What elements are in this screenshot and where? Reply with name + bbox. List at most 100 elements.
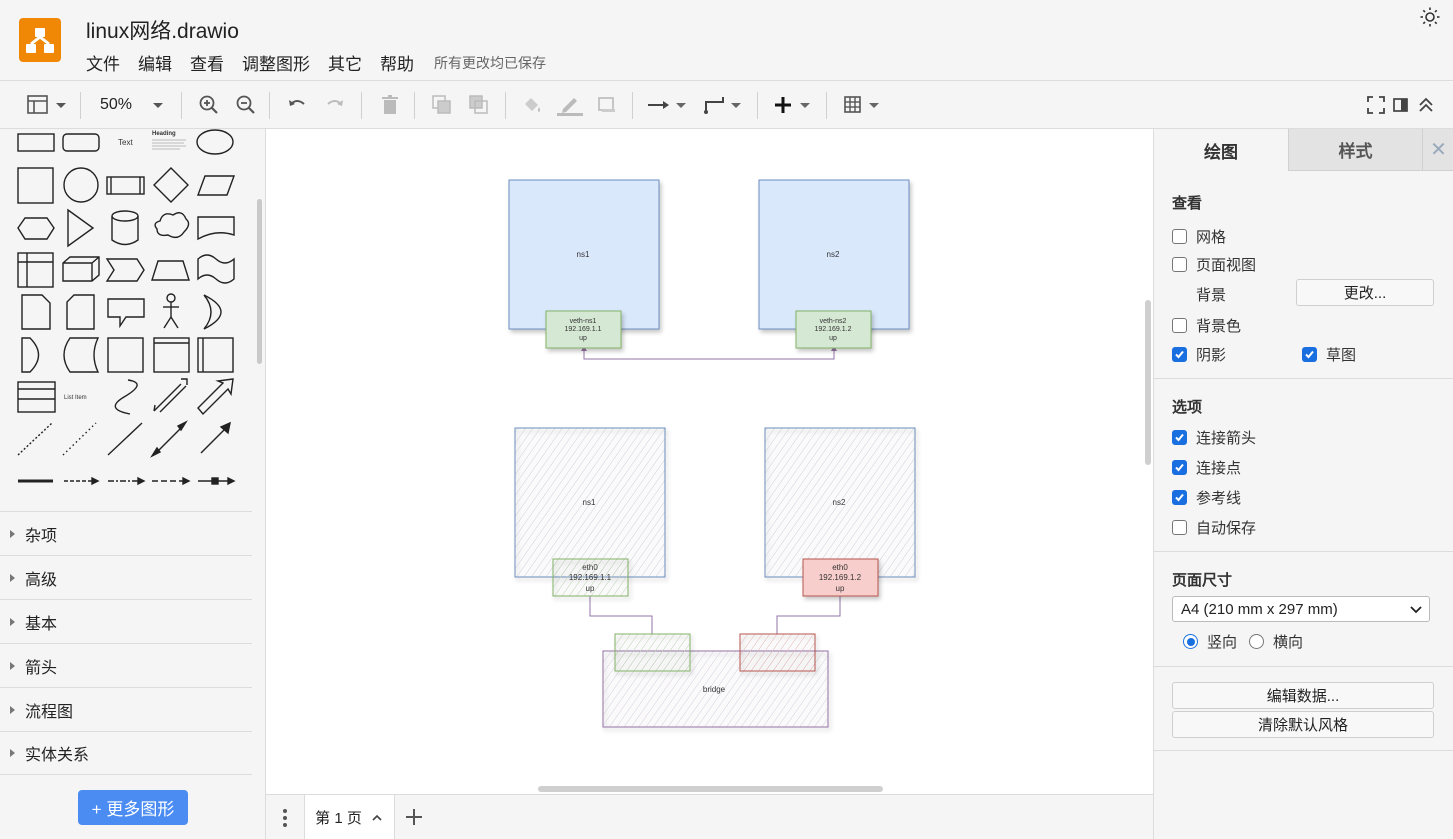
close-icon[interactable]: ✕ — [1422, 129, 1453, 171]
bridge-port-green[interactable] — [614, 633, 691, 672]
page-bar: 第 1 页 — [266, 794, 1153, 839]
menu-arrange[interactable]: 调整图形 — [242, 50, 310, 75]
parallelogram-shape — [196, 175, 236, 196]
sidebar-panel-icon — [1393, 98, 1408, 112]
background-color-checkbox[interactable]: 背景色 — [1172, 315, 1241, 336]
table-dropdown[interactable] — [843, 93, 885, 117]
waypoints-dropdown[interactable] — [703, 93, 747, 117]
fill-color-button[interactable] — [521, 93, 543, 117]
collapse-button[interactable] — [1416, 93, 1436, 117]
tab-style[interactable]: 样式 — [1288, 129, 1422, 171]
eth0-ns2-name: eth0 — [832, 563, 848, 572]
ellipse-shape — [196, 129, 234, 155]
category-basic[interactable]: 基本 — [0, 599, 252, 643]
redo-button[interactable] — [324, 93, 346, 117]
page-size-section-title: 页面尺寸 — [1172, 572, 1233, 589]
shadow-icon — [598, 97, 615, 112]
plus-icon — [775, 97, 810, 113]
checkbox-icon[interactable] — [1172, 229, 1187, 244]
fullscreen-button[interactable] — [1366, 93, 1386, 117]
grid-checkbox[interactable]: 网格 — [1172, 226, 1226, 247]
veth-ns1-ip: 192.169.1.1 — [565, 326, 602, 333]
delete-button[interactable] — [379, 93, 401, 117]
zoom-dropdown[interactable]: 50% — [100, 93, 170, 117]
page-view-checkbox[interactable]: 页面视图 — [1172, 254, 1256, 275]
directional-line-shape — [200, 427, 227, 454]
category-misc[interactable]: 杂项 — [0, 511, 252, 555]
document-title[interactable]: linux网络.drawio — [86, 15, 239, 45]
checkbox-checked-icon[interactable] — [1172, 347, 1187, 362]
line-color-button[interactable] — [557, 93, 583, 117]
checkbox-icon[interactable] — [1172, 318, 1187, 333]
menu-file[interactable]: 文件 — [86, 50, 120, 75]
format-panel-button[interactable] — [1392, 93, 1410, 117]
checkbox-checked-icon[interactable] — [1302, 347, 1317, 362]
page-tab-label: 第 1 页 — [315, 810, 362, 827]
veth-ns2-ip: 192.169.1.2 — [815, 326, 852, 333]
category-entity-relation[interactable]: 实体关系 — [0, 731, 252, 775]
insert-dropdown[interactable] — [773, 93, 815, 117]
sketch-checkbox[interactable]: 草图 — [1302, 344, 1356, 365]
diagram-canvas[interactable]: ns1 ns2 veth-ns1 192.169.1.1 up veth-ns2… — [266, 129, 1153, 794]
checkbox-checked-icon[interactable] — [1172, 460, 1187, 475]
connection-style-dropdown[interactable] — [646, 93, 690, 117]
canvas-horizontal-scrollbar[interactable] — [538, 786, 883, 792]
theme-toggle-icon[interactable] — [1419, 6, 1441, 28]
to-front-icon — [432, 95, 451, 114]
shadow-checkbox[interactable]: 阴影 — [1172, 344, 1226, 365]
ns1-label-top: ns1 — [577, 250, 590, 259]
tab-diagram[interactable]: 绘图 — [1154, 129, 1288, 171]
caret-right-icon — [10, 661, 15, 670]
more-vertical-icon[interactable] — [280, 806, 290, 830]
change-background-button[interactable]: 更改... — [1296, 279, 1434, 306]
zoom-in-button[interactable] — [198, 93, 220, 117]
more-shapes-button[interactable]: + 更多图形 — [78, 790, 188, 825]
category-advanced[interactable]: 高级 — [0, 555, 252, 599]
add-page-icon[interactable] — [404, 807, 424, 827]
landscape-radio[interactable]: 横向 — [1249, 631, 1303, 652]
zoom-in-icon — [199, 95, 218, 114]
radio-selected-icon[interactable] — [1183, 634, 1198, 649]
process-shape — [106, 176, 145, 195]
portrait-radio[interactable]: 竖向 — [1183, 631, 1237, 652]
category-flowchart[interactable]: 流程图 — [0, 687, 252, 731]
veth-ns2-name: veth-ns2 — [820, 318, 847, 325]
checkbox-icon[interactable] — [1172, 520, 1187, 535]
radio-icon[interactable] — [1249, 634, 1264, 649]
menu-extras[interactable]: 其它 — [328, 50, 362, 75]
checkbox-checked-icon[interactable] — [1172, 430, 1187, 445]
menu-help[interactable]: 帮助 — [380, 50, 414, 75]
to-back-button[interactable] — [468, 93, 490, 117]
clear-default-style-button[interactable]: 清除默认风格 — [1172, 711, 1434, 738]
guides-checkbox[interactable]: 参考线 — [1172, 487, 1241, 508]
checkbox-icon[interactable] — [1172, 257, 1187, 272]
page-tab-1[interactable]: 第 1 页 — [304, 795, 395, 839]
to-front-button[interactable] — [431, 93, 453, 117]
eth2-to-bridge-edge[interactable] — [776, 596, 841, 634]
zoom-out-button[interactable] — [235, 93, 257, 117]
connection-arrows-checkbox[interactable]: 连接箭头 — [1172, 427, 1256, 448]
paint-bucket-icon — [525, 98, 540, 112]
format-panel-toggle[interactable] — [26, 93, 70, 117]
circle-shape — [63, 167, 99, 203]
connection-points-checkbox[interactable]: 连接点 — [1172, 457, 1241, 478]
canvas-vertical-scrollbar[interactable] — [1145, 300, 1151, 465]
veth-link-edge[interactable] — [583, 348, 835, 360]
shadow-button[interactable] — [596, 93, 618, 117]
or-shape — [203, 294, 222, 330]
category-arrows[interactable]: 箭头 — [0, 643, 252, 687]
square-2-shape — [107, 337, 144, 373]
caret-right-icon — [10, 749, 15, 757]
checkbox-checked-icon[interactable] — [1172, 490, 1187, 505]
eth1-to-bridge-edge[interactable] — [589, 596, 653, 634]
edit-data-button[interactable]: 编辑数据... — [1172, 682, 1434, 709]
menu-edit[interactable]: 编辑 — [138, 50, 172, 75]
menu-view[interactable]: 查看 — [190, 50, 224, 75]
undo-button[interactable] — [286, 93, 308, 117]
line-shape — [107, 422, 143, 456]
shape-palette: Text Heading List Item — [0, 129, 256, 509]
bridge-port-red[interactable] — [739, 633, 816, 672]
autosave-checkbox[interactable]: 自动保存 — [1172, 517, 1256, 538]
page-size-select[interactable]: A4 (210 mm x 297 mm) — [1172, 596, 1430, 622]
sidebar-scrollbar[interactable] — [257, 199, 262, 364]
